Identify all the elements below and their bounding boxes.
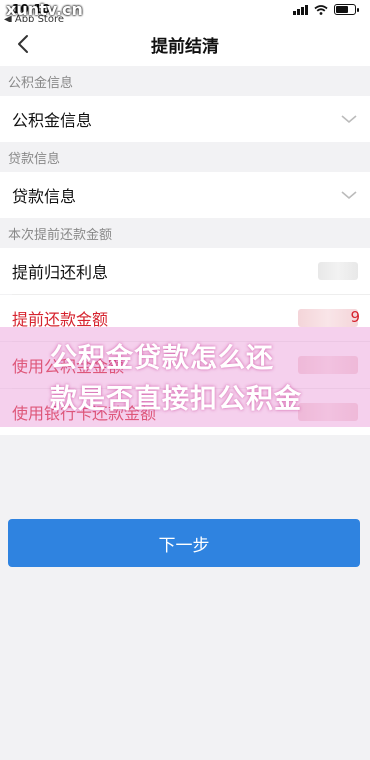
prepay-amount-value-blurred: 9 bbox=[298, 308, 360, 327]
next-step-button[interactable]: 下一步 bbox=[8, 519, 360, 567]
bank-card-amount-value-blurred bbox=[298, 403, 358, 421]
section-header-loan: 贷款信息 bbox=[8, 151, 61, 167]
battery-icon bbox=[334, 4, 359, 15]
loan-info-label: 贷款信息 bbox=[12, 187, 77, 206]
prepay-amount-row: 提前还款金额 9 bbox=[0, 295, 370, 341]
fund-amount-label: 使用公积金金额 bbox=[12, 357, 125, 376]
chevron-down-icon bbox=[341, 115, 357, 124]
nav-bar: 提前结清 bbox=[0, 22, 370, 66]
interest-row: 提前归还利息 bbox=[0, 248, 370, 294]
chevron-left-icon[interactable] bbox=[12, 32, 36, 56]
status-icons bbox=[293, 4, 359, 15]
fund-amount-value-blurred bbox=[298, 356, 358, 374]
fund-amount-row: 使用公积金金额 bbox=[0, 342, 370, 388]
fund-info-label: 公积金信息 bbox=[12, 111, 93, 130]
section-header-fund: 公积金信息 bbox=[8, 75, 74, 91]
watermark-brand: xuntv.cn bbox=[6, 0, 83, 19]
wifi-icon bbox=[314, 4, 328, 15]
bank-card-amount-row: 使用银行卡还款金额 bbox=[0, 389, 370, 435]
page-title: 提前结清 bbox=[151, 36, 219, 57]
bank-card-amount-label: 使用银行卡还款金额 bbox=[12, 404, 157, 423]
section-header-repayment: 本次提前还款金额 bbox=[8, 227, 113, 243]
signal-icon bbox=[293, 4, 308, 15]
fund-info-row[interactable]: 公积金信息 bbox=[0, 96, 370, 142]
interest-value-blurred bbox=[318, 262, 358, 280]
interest-label: 提前归还利息 bbox=[12, 263, 109, 282]
chevron-down-icon bbox=[341, 191, 357, 200]
prepay-amount-value-tail: 9 bbox=[350, 308, 360, 326]
loan-info-row[interactable]: 贷款信息 bbox=[0, 172, 370, 218]
prepay-amount-label: 提前还款金额 bbox=[12, 310, 109, 329]
